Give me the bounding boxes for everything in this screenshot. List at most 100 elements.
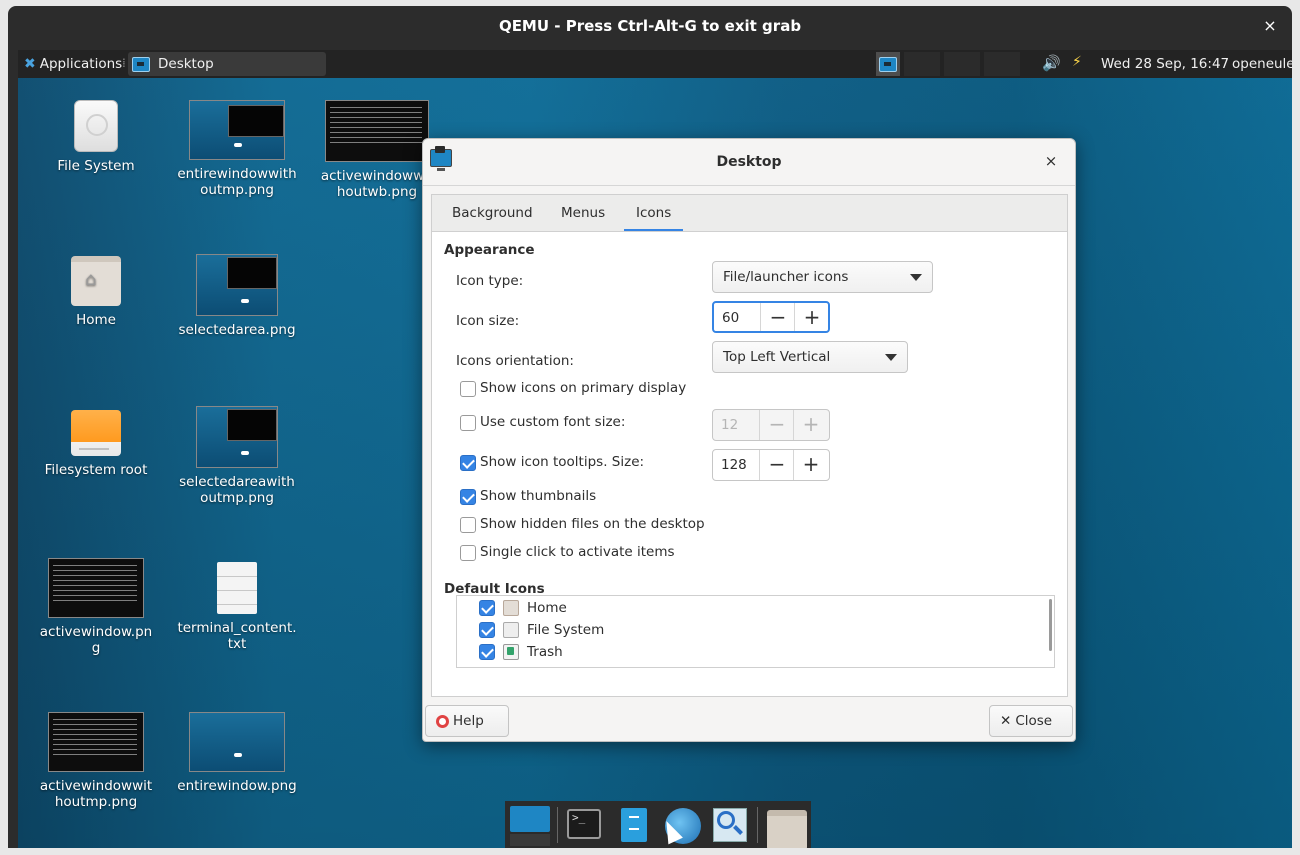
show-desktop-icon[interactable]: [510, 806, 550, 846]
tab-background[interactable]: Background: [440, 195, 545, 231]
desktop-icon-selectedarea[interactable]: selectedarea.png: [177, 254, 297, 338]
desktop-icon-activewindowwithoutwb[interactable]: activewindowwithoutwb.png: [317, 100, 437, 200]
network-icon[interactable]: ⚡: [1072, 54, 1082, 70]
web-browser-icon[interactable]: [659, 806, 701, 846]
workspace-monitor-icon: [879, 56, 897, 72]
settings-notebook: Background Menus Icons Appearance Icon t…: [431, 194, 1068, 697]
volume-icon[interactable]: 🔊: [1042, 54, 1061, 72]
terminal-thumbnail: [48, 558, 144, 618]
desktop-icon-activewindow[interactable]: activewindow.png: [36, 558, 156, 656]
default-icon-label: Home: [527, 600, 567, 616]
list-item[interactable]: File System: [457, 619, 1037, 641]
hard-drive-icon: [74, 100, 118, 152]
desktop-icon-label: Filesystem root: [44, 462, 148, 478]
desktop-icon-label: activewindowwithoutmp.png: [39, 778, 153, 810]
default-icons-heading: Default Icons: [444, 581, 545, 597]
desktop-icon-label: Home: [76, 312, 116, 328]
default-icon-filesystem-checkbox[interactable]: [479, 622, 495, 638]
list-item[interactable]: Home: [457, 597, 1037, 619]
tab-icons[interactable]: Icons: [624, 195, 684, 231]
close-button-label: Close: [1015, 713, 1053, 729]
close-button[interactable]: ✕ Close: [989, 705, 1073, 737]
dock-separator: [557, 807, 558, 843]
tab-bar: Background Menus Icons: [432, 195, 1067, 232]
icon-size-input[interactable]: 60: [722, 303, 739, 333]
dialog-titlebar[interactable]: Desktop ×: [423, 139, 1075, 186]
desktop-settings-dialog: Desktop × Background Menus Icons Appeara…: [422, 138, 1076, 742]
icon-size-increment[interactable]: +: [794, 303, 829, 331]
default-icon-home-checkbox[interactable]: [479, 600, 495, 616]
terminal-icon[interactable]: >_: [565, 806, 605, 846]
orientation-label: Icons orientation:: [456, 353, 574, 369]
desktop-icon-filesystem-root[interactable]: Filesystem root: [36, 410, 156, 478]
list-item[interactable]: Trash: [457, 641, 1037, 663]
custom-font-increment: +: [793, 410, 828, 440]
workspace-4[interactable]: [984, 52, 1020, 76]
desktop-icon-selectedareawithoutmp[interactable]: selectedareawithoutmp.png: [177, 406, 297, 506]
guest-desktop: ✖ Applications ⁞ Desktop 🔊 ⚡ Wed 28 Sep,…: [18, 50, 1292, 848]
desktop-icon-label: entirewindow.png: [177, 778, 297, 794]
show-primary-checkbox[interactable]: [460, 381, 476, 397]
app-finder-icon[interactable]: [709, 806, 749, 846]
workspace-2[interactable]: [904, 52, 940, 76]
help-button[interactable]: Help: [425, 705, 509, 737]
hidden-files-label: Show hidden files on the desktop: [480, 516, 705, 532]
icon-type-dropdown[interactable]: File/launcher icons: [712, 261, 933, 293]
chevron-down-icon: [885, 354, 897, 361]
qemu-title: QEMU - Press Ctrl-Alt-G to exit grab: [498, 17, 802, 35]
default-icon-trash-checkbox[interactable]: [479, 644, 495, 660]
list-scrollbar[interactable]: [1049, 599, 1052, 651]
tooltip-size-input[interactable]: 128: [721, 450, 747, 480]
desktop-icon-activewindowwithoutmp[interactable]: activewindowwithoutmp.png: [36, 712, 156, 810]
screenshot-thumbnail: [196, 406, 278, 468]
user-menu[interactable]: openeuler: [1232, 56, 1292, 72]
screenshot-thumbnail: [196, 254, 278, 316]
appearance-heading: Appearance: [444, 242, 535, 258]
screenshot-thumbnail: [189, 712, 285, 772]
desktop-icon-entirewindow[interactable]: entirewindow.png: [177, 712, 297, 794]
taskbar-item-desktop[interactable]: Desktop: [128, 52, 326, 76]
workspace-3[interactable]: [944, 52, 980, 76]
tab-menus[interactable]: Menus: [549, 195, 617, 231]
dialog-close-icon[interactable]: ×: [1041, 151, 1061, 171]
hidden-files-checkbox[interactable]: [460, 517, 476, 533]
panel-separator: ⁞: [122, 56, 126, 70]
clock[interactable]: Wed 28 Sep, 16:47: [1101, 56, 1229, 72]
bottom-dock: >_: [505, 801, 811, 848]
tooltip-size-stepper[interactable]: 128 − +: [712, 449, 830, 481]
folder-icon[interactable]: [765, 806, 807, 848]
desktop-icon-terminal-content[interactable]: terminal_content.txt: [177, 562, 297, 652]
text-file-icon: [217, 562, 257, 614]
tooltips-checkbox[interactable]: [460, 455, 476, 471]
single-click-checkbox[interactable]: [460, 545, 476, 561]
thumbnails-checkbox[interactable]: [460, 489, 476, 505]
desktop-icon-home[interactable]: ⌂ Home: [36, 256, 156, 328]
qemu-close-button[interactable]: ×: [1260, 16, 1280, 36]
applications-menu[interactable]: ✖ Applications: [20, 52, 126, 76]
top-panel: ✖ Applications ⁞ Desktop 🔊 ⚡ Wed 28 Sep,…: [18, 50, 1292, 78]
single-click-label: Single click to activate items: [480, 544, 675, 560]
icon-size-decrement[interactable]: −: [760, 303, 795, 331]
default-icons-list[interactable]: Home File System Trash: [456, 595, 1055, 668]
custom-font-decrement: −: [759, 410, 794, 440]
default-icon-label: Trash: [527, 644, 563, 660]
tooltip-size-decrement[interactable]: −: [759, 450, 794, 480]
desktop-icon-label: entirewindowwithoutmp.png: [177, 166, 297, 198]
desktop-icon-label: activewindowwithoutwb.png: [320, 168, 434, 200]
dock-separator: [757, 807, 758, 843]
desktop-icon-file-system[interactable]: File System: [36, 100, 156, 174]
desktop-icon-entirewindowwithoutmp[interactable]: entirewindowwithoutmp.png: [177, 100, 297, 198]
workspace-1[interactable]: [876, 52, 900, 76]
orientation-dropdown[interactable]: Top Left Vertical: [712, 341, 908, 373]
icon-type-value: File/launcher icons: [723, 269, 849, 285]
default-icon-label: File System: [527, 622, 605, 638]
tooltip-size-increment[interactable]: +: [793, 450, 828, 480]
icon-size-stepper[interactable]: 60 − +: [712, 301, 830, 333]
desktop-icon-label: activewindow.png: [39, 624, 153, 656]
orientation-value: Top Left Vertical: [723, 349, 831, 365]
custom-font-checkbox[interactable]: [460, 415, 476, 431]
file-manager-icon[interactable]: [613, 806, 653, 846]
hard-drive-icon: [503, 622, 519, 638]
icon-size-label: Icon size:: [456, 313, 520, 329]
custom-font-stepper: 12 − +: [712, 409, 830, 441]
